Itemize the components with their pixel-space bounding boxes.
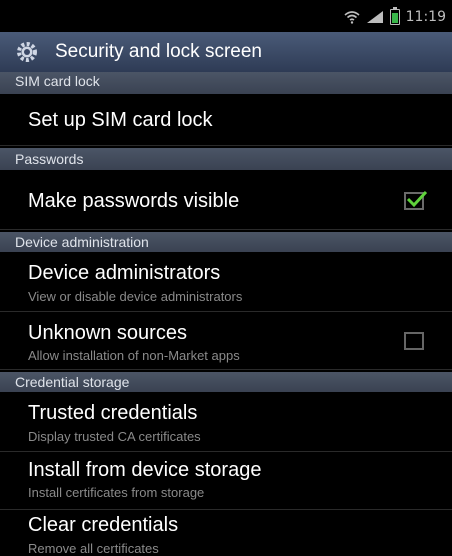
signal-icon [366,11,383,23]
clear-credentials-label: Clear credentials [28,514,179,536]
trusted-credentials-label: Trusted credentials [28,402,198,424]
trusted-credentials-item[interactable]: Trusted credentials Display trusted CA c… [0,392,452,452]
trusted-credentials-sub: Display trusted CA certificates [28,429,201,444]
setup-sim-lock-label: Set up SIM card lock [28,109,213,131]
clear-credentials-sub: Remove all certificates [28,541,159,556]
section-header-sim: SIM card lock [0,72,452,94]
make-passwords-visible-checkbox[interactable] [404,190,428,210]
status-bar: 11:19 [0,0,452,32]
title-bar: Security and lock screen [0,32,452,72]
unknown-sources-checkbox[interactable] [404,332,424,350]
section-header-passwords: Passwords [0,148,452,170]
section-header-credentials: Credential storage [0,372,452,392]
device-administrators-item[interactable]: Device administrators View or disable de… [0,252,452,312]
device-administrators-sub: View or disable device administrators [28,289,243,304]
unknown-sources-sub: Allow installation of non-Market apps [28,348,240,363]
unknown-sources-label: Unknown sources [28,322,187,344]
section-header-label: Device administration [15,234,149,250]
gear-icon [17,42,37,62]
battery-level [391,13,398,23]
section-header-label: Passwords [15,151,84,167]
install-from-storage-label: Install from device storage [28,459,262,481]
status-icons: 11:19 [344,7,446,26]
clear-credentials-item[interactable]: Clear credentials Remove all certificate… [0,510,452,556]
setup-sim-lock-item[interactable]: Set up SIM card lock [0,94,452,146]
install-from-storage-sub: Install certificates from storage [28,485,205,500]
unknown-sources-item[interactable]: Unknown sources Allow installation of no… [0,312,452,370]
section-header-label: Credential storage [15,374,130,390]
wifi-icon [344,11,360,24]
checkmark-icon [406,190,428,208]
page-title: Security and lock screen [55,41,262,62]
device-administrators-label: Device administrators [28,262,221,284]
make-passwords-visible-item[interactable]: Make passwords visible [0,170,452,230]
section-header-label: SIM card lock [15,73,100,89]
battery-icon [389,7,400,25]
install-from-storage-item[interactable]: Install from device storage Install cert… [0,452,452,510]
status-time: 11:19 [405,9,446,25]
section-header-device-admin: Device administration [0,232,452,252]
make-passwords-visible-label: Make passwords visible [28,190,240,212]
